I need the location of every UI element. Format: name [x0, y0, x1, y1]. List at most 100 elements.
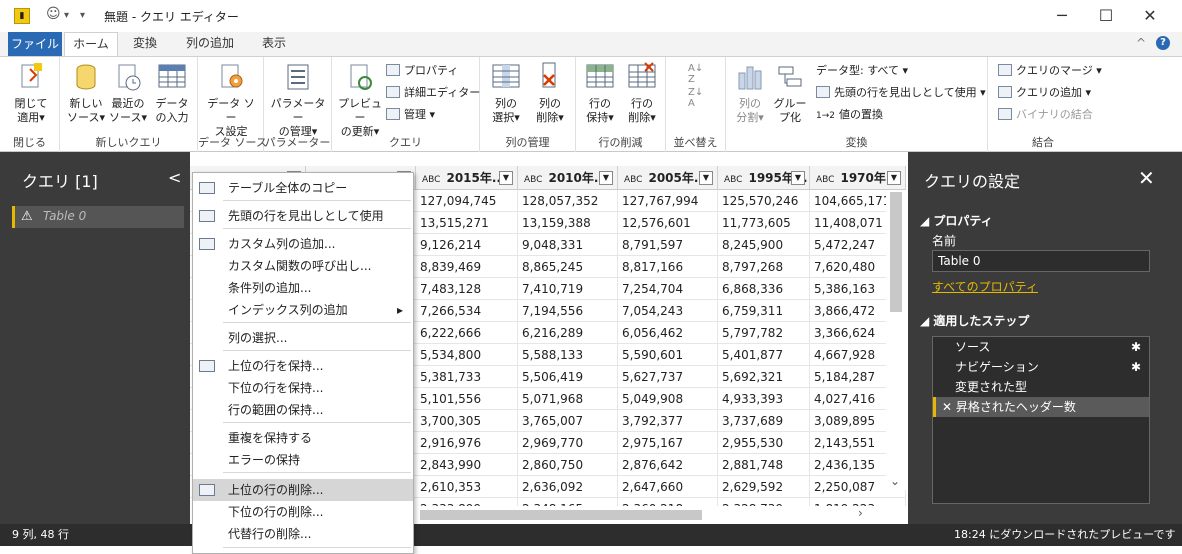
combine-binaries-button[interactable]: バイナリの結合 [998, 107, 1093, 123]
table-cell[interactable]: 2,969,770 [518, 432, 618, 454]
properties-button[interactable]: プロパティ [386, 63, 458, 79]
table-cell[interactable]: 3,792,377 [618, 410, 718, 432]
query-item-table-0[interactable]: ⚠ Table 0 [12, 206, 184, 228]
context-menu-item-3[interactable]: カスタム関数の呼び出し... [193, 255, 413, 277]
text-type-icon[interactable]: ABC [422, 175, 440, 185]
table-cell[interactable]: 12,576,601 [618, 212, 718, 234]
table-cell[interactable]: 13,159,388 [518, 212, 618, 234]
text-type-icon[interactable]: ABC [816, 175, 834, 185]
enter-data-button[interactable]: データ の入力 [152, 61, 192, 125]
table-cell[interactable]: 2,610,353 [416, 476, 518, 498]
keep-rows-button[interactable]: 行の 保持▾ [580, 61, 620, 125]
advanced-editor-button[interactable]: 詳細エディター [386, 85, 480, 101]
table-cell[interactable]: 2,881,748 [718, 454, 810, 476]
context-menu-item-13[interactable]: 下位の行の削除... [193, 501, 413, 523]
recent-sources-button[interactable]: 最近の ソース▾ [108, 61, 148, 125]
table-cell[interactable]: 7,194,556 [518, 300, 618, 322]
table-cell[interactable]: 5,588,133 [518, 344, 618, 366]
group-by-button[interactable]: グルー プ化 [770, 61, 810, 125]
collapse-ribbon-icon[interactable]: ^ [1136, 36, 1146, 50]
table-cell[interactable]: 2,636,092 [518, 476, 618, 498]
minimize-button[interactable]: ─ [1040, 4, 1084, 28]
horizontal-scroll-thumb[interactable] [420, 510, 702, 520]
close-apply-button[interactable]: 閉じて 適用▾ [8, 61, 54, 125]
context-menu-item-8[interactable]: 下位の行を保持... [193, 377, 413, 399]
table-cell[interactable]: 2,629,592 [718, 476, 810, 498]
table-cell[interactable]: 2,876,642 [618, 454, 718, 476]
tab-home[interactable]: ホーム [64, 32, 118, 57]
tab-transform[interactable]: 変換 [124, 32, 166, 56]
table-cell[interactable]: 2,843,990 [416, 454, 518, 476]
context-menu-item-9[interactable]: 行の範囲の保持... [193, 399, 413, 421]
data-type-dropdown[interactable]: データ型: すべて ▾ [816, 63, 908, 79]
text-type-icon[interactable]: ABC [724, 175, 742, 185]
manage-button[interactable]: 管理 ▾ [386, 107, 435, 123]
table-cell[interactable]: 6,759,311 [718, 300, 810, 322]
properties-section-header[interactable]: ◢ プロパティ [920, 212, 993, 229]
help-icon[interactable]: ? [1156, 36, 1170, 50]
context-menu-item-5[interactable]: インデックス列の追加 ▸ [193, 299, 413, 321]
close-settings-icon[interactable]: ✕ [1138, 166, 1155, 190]
step-source[interactable]: ソース ✱ [933, 337, 1149, 357]
table-cell[interactable]: 2,647,660 [618, 476, 718, 498]
tab-add-column[interactable]: 列の追加 [178, 32, 242, 56]
table-cell[interactable]: 2,975,167 [618, 432, 718, 454]
collapse-queries-icon[interactable]: < [168, 168, 181, 187]
table-cell[interactable]: 5,071,968 [518, 388, 618, 410]
table-cell[interactable]: 6,868,336 [718, 278, 810, 300]
table-cell[interactable]: 5,049,908 [618, 388, 718, 410]
table-cell[interactable]: 5,401,877 [718, 344, 810, 366]
column-header-2[interactable]: ABC 2015年... ▼ [416, 166, 518, 190]
step-changed-type[interactable]: 変更された型 [933, 377, 1149, 397]
column-header-4[interactable]: ABC 2005年... ▼ [618, 166, 718, 190]
scroll-right-icon[interactable]: › [858, 506, 863, 520]
data-source-settings-button[interactable]: データ ソー ス設定 [202, 61, 260, 139]
table-cell[interactable]: 5,534,800 [416, 344, 518, 366]
context-menu-item-4[interactable]: 条件列の追加... [193, 277, 413, 299]
table-cell[interactable]: 3,765,007 [518, 410, 618, 432]
context-menu-item-0[interactable]: テーブル全体のコピー [193, 177, 413, 199]
applied-steps-header[interactable]: ◢ 適用したステップ [920, 312, 1029, 329]
table-cell[interactable]: 5,381,733 [416, 366, 518, 388]
tab-file[interactable]: ファイル [8, 32, 62, 56]
table-cell[interactable]: 6,056,462 [618, 322, 718, 344]
refresh-preview-button[interactable]: プレビュー の更新▾ [336, 61, 384, 139]
table-cell[interactable]: 127,094,745 [416, 190, 518, 212]
table-cell[interactable]: 7,410,719 [518, 278, 618, 300]
gear-icon[interactable]: ✱ [1131, 357, 1141, 377]
step-navigation[interactable]: ナビゲーション ✱ [933, 357, 1149, 377]
table-cell[interactable]: 2,916,976 [416, 432, 518, 454]
step-promoted-headers[interactable]: ✕ 昇格されたヘッダー数 [933, 397, 1149, 417]
table-cell[interactable]: 3,737,689 [718, 410, 810, 432]
table-cell[interactable]: 5,590,601 [618, 344, 718, 366]
sort-descending-button[interactable]: Z↓ A [688, 87, 703, 109]
merge-queries-button[interactable]: クエリのマージ ▾ [998, 63, 1102, 79]
table-cell[interactable]: 7,254,704 [618, 278, 718, 300]
table-cell[interactable]: 8,865,245 [518, 256, 618, 278]
sort-ascending-button[interactable]: A↓ Z [688, 63, 703, 85]
table-cell[interactable]: 4,933,393 [718, 388, 810, 410]
filter-dropdown-icon[interactable]: ▼ [499, 171, 513, 185]
choose-columns-button[interactable]: 列の 選択▾ [486, 61, 526, 125]
column-header-3[interactable]: ABC 2010年... ▼ [518, 166, 618, 190]
table-cell[interactable]: 5,101,556 [416, 388, 518, 410]
feedback-smiley-icon[interactable]: ☺ [46, 6, 61, 22]
context-menu-item-1[interactable]: 先頭の行を見出しとして使用 [193, 205, 413, 227]
table-cell[interactable]: 3,700,305 [416, 410, 518, 432]
remove-columns-button[interactable]: 列の 削除▾ [530, 61, 570, 125]
context-menu-item-2[interactable]: カスタム列の追加... [193, 233, 413, 255]
table-cell[interactable]: 11,773,605 [718, 212, 810, 234]
quick-access-dropdown-icon[interactable]: ▾ [64, 10, 69, 21]
table-cell[interactable]: 127,767,994 [618, 190, 718, 212]
table-cell[interactable]: 9,126,214 [416, 234, 518, 256]
table-cell[interactable]: 7,483,128 [416, 278, 518, 300]
table-cell[interactable]: 5,506,419 [518, 366, 618, 388]
gear-icon[interactable]: ✱ [1131, 337, 1141, 357]
table-cell[interactable]: 2,955,530 [718, 432, 810, 454]
use-first-row-as-headers-button[interactable]: 先頭の行を見出しとして使用 ▾ [816, 85, 986, 101]
vertical-scroll-thumb[interactable] [890, 192, 902, 312]
table-cell[interactable]: 5,627,737 [618, 366, 718, 388]
column-header-5[interactable]: ABC 1995年... ▼ [718, 166, 810, 190]
filter-dropdown-icon[interactable]: ▼ [887, 171, 901, 185]
filter-dropdown-icon[interactable]: ▼ [699, 171, 713, 185]
